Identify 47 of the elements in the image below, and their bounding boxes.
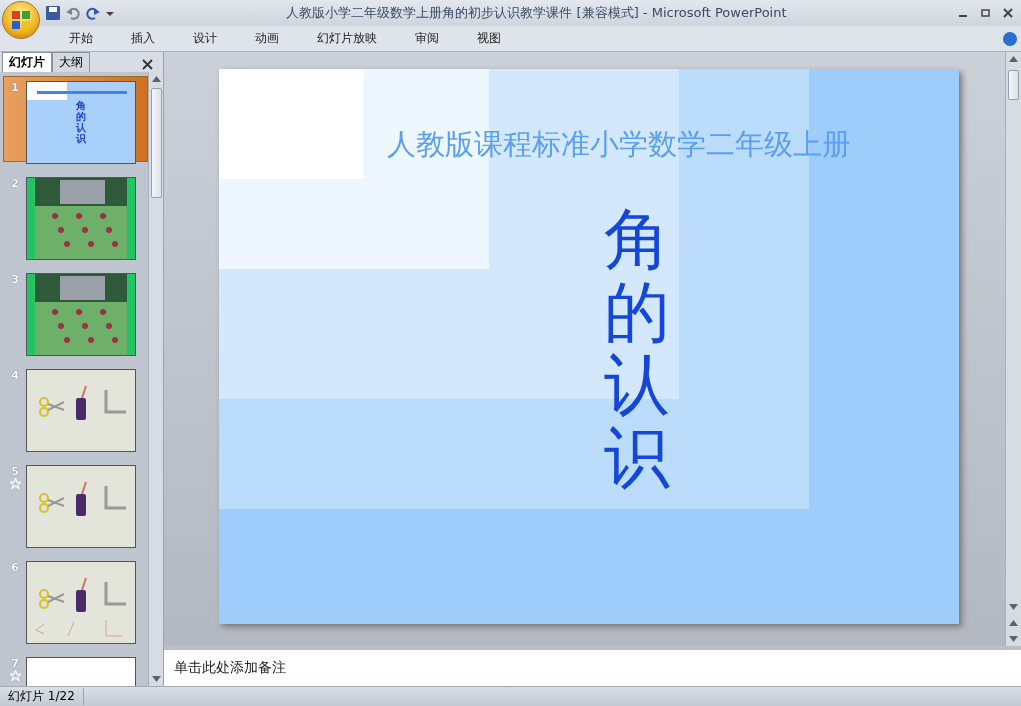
slide-thumbnail[interactable]: [26, 177, 136, 260]
scrollbar-thumb[interactable]: [1008, 70, 1019, 100]
slide-number: 3: [11, 273, 19, 286]
next-slide-icon[interactable]: [1009, 636, 1018, 642]
previous-slide-icon[interactable]: [1009, 620, 1018, 626]
ribbon-tab[interactable]: 动画: [244, 27, 290, 50]
slide-heading: 角的认识: [603, 204, 670, 495]
ribbon-tab[interactable]: 设计: [182, 27, 228, 50]
selected-thumbnail-row[interactable]: 1 角的认识: [3, 76, 148, 162]
slide-thumbnail[interactable]: [26, 273, 136, 356]
window-title: 人教版小学二年级数学上册角的初步认识教学课件 [兼容模式] - Microsoft PowerPoint: [285, 4, 788, 22]
scroll-up-icon[interactable]: [151, 76, 161, 82]
slide-number: 7: [11, 657, 19, 670]
redo-icon[interactable]: [86, 6, 100, 20]
help-icon[interactable]: [1003, 31, 1017, 46]
slide-thumbnail[interactable]: [26, 465, 136, 548]
close-icon[interactable]: [1003, 8, 1013, 18]
panel-tab[interactable]: 大纲: [52, 52, 90, 72]
ribbon-tab[interactable]: 视图: [466, 27, 512, 50]
slide-title: 人教版课程标准小学数学二年级上册: [385, 126, 852, 163]
slide-number: 6: [11, 561, 19, 574]
slide-number: 1: [11, 81, 19, 94]
undo-icon[interactable]: [66, 6, 80, 20]
slide-counter: 幻灯片 1/22: [0, 688, 84, 705]
ribbon-tab[interactable]: 审阅: [404, 27, 450, 50]
panel-tab[interactable]: 幻灯片: [2, 52, 52, 72]
scroll-down-icon[interactable]: [1009, 604, 1018, 610]
slide-thumbnail[interactable]: [26, 369, 136, 452]
thumbnail-heading: 角的认识: [76, 100, 86, 146]
office-logo-icon: [11, 10, 31, 30]
scroll-down-icon[interactable]: [151, 676, 161, 682]
customize-toolbar-icon[interactable]: [106, 9, 114, 17]
restore-icon[interactable]: [981, 8, 991, 18]
ribbon-tab[interactable]: 幻灯片放映: [306, 27, 388, 50]
slide-thumbnail[interactable]: [26, 561, 136, 644]
slide-number: 4: [11, 369, 19, 382]
ribbon-tab[interactable]: 插入: [120, 27, 166, 50]
slide-number: 5: [11, 465, 19, 478]
slide-number: 2: [11, 177, 19, 190]
scrollbar-thumb[interactable]: [150, 88, 162, 198]
save-icon[interactable]: [46, 6, 60, 20]
slide-thumbnail[interactable]: 角的认识: [26, 81, 136, 164]
ribbon-tab[interactable]: 开始: [58, 27, 104, 50]
close-icon[interactable]: [142, 59, 153, 70]
notes-field[interactable]: 单击此处添加备注: [164, 646, 1021, 686]
scroll-up-icon[interactable]: [1009, 56, 1018, 62]
office-button[interactable]: [2, 1, 40, 39]
